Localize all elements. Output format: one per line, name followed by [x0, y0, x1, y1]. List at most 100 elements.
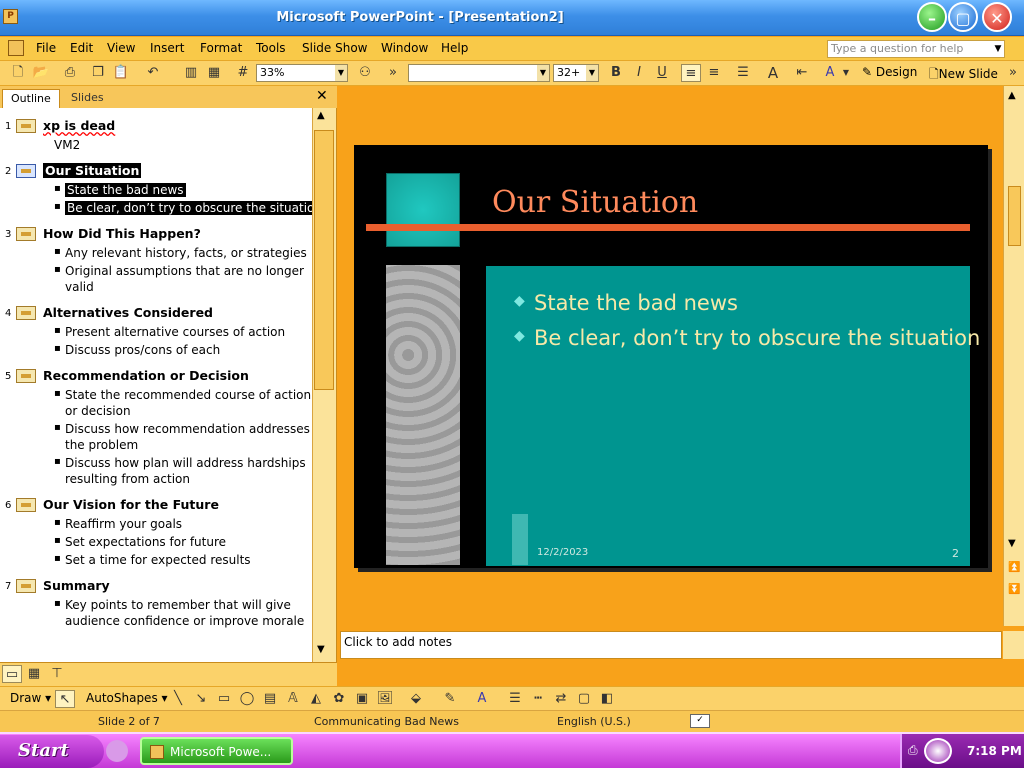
- print-icon[interactable]: ⎙: [60, 64, 80, 82]
- shadow-icon[interactable]: ▢: [574, 690, 594, 708]
- menu-format[interactable]: Format: [200, 41, 242, 55]
- insert-picture-icon[interactable]: 🖼: [375, 690, 395, 708]
- decrease-indent-icon[interactable]: ⇤: [792, 64, 812, 82]
- line-icon[interactable]: ╲: [168, 690, 188, 708]
- slide-sorter-icon[interactable]: ▦: [24, 665, 44, 683]
- slide-title[interactable]: Our Situation: [43, 163, 142, 178]
- slide-title[interactable]: How Did This Happen?: [43, 226, 201, 241]
- slide-title[interactable]: Recommendation or Decision: [43, 368, 249, 383]
- underline-button[interactable]: U: [652, 64, 672, 82]
- slide-title[interactable]: Alternatives Considered: [43, 305, 213, 320]
- notes-scrollbar[interactable]: [1003, 631, 1024, 659]
- design-button[interactable]: ✎ Design: [862, 65, 917, 79]
- grid-icon[interactable]: #: [233, 64, 253, 82]
- bold-button[interactable]: B: [606, 64, 626, 82]
- close-pane-icon[interactable]: ✕: [316, 88, 328, 104]
- start-button[interactable]: Start: [0, 735, 104, 768]
- line-style-icon[interactable]: ☰: [505, 690, 525, 708]
- help-dropdown-icon[interactable]: ▼: [992, 41, 1004, 57]
- arrow-icon[interactable]: ↘: [191, 690, 211, 708]
- bullet-continuation[interactable]: resulting from action: [65, 472, 190, 486]
- new-slide-button[interactable]: 🗋New Slide: [929, 65, 998, 86]
- dash-style-icon[interactable]: ┅: [528, 690, 548, 708]
- align-center-icon[interactable]: ≡: [704, 64, 724, 82]
- menu-tools[interactable]: Tools: [256, 41, 286, 55]
- menu-help[interactable]: Help: [441, 41, 468, 55]
- 3d-icon[interactable]: ◧: [597, 690, 617, 708]
- slide-icon[interactable]: [16, 369, 36, 383]
- font-size-select[interactable]: 32+ ▼: [553, 64, 599, 82]
- outline-scroll-thumb[interactable]: [314, 130, 334, 390]
- zoom-select[interactable]: 33% ▼: [256, 64, 348, 82]
- clipart-icon[interactable]: ✿: [329, 690, 349, 708]
- bullet-continuation[interactable]: the problem: [65, 438, 138, 452]
- wordart-icon[interactable]: 𝔸: [283, 690, 303, 708]
- bullet-continuation[interactable]: or decision: [65, 404, 131, 418]
- previous-slide-icon[interactable]: ⏫: [1008, 562, 1020, 573]
- new-icon[interactable]: 🗋: [8, 64, 28, 82]
- slide-icon[interactable]: [16, 227, 36, 241]
- menu-view[interactable]: View: [107, 41, 135, 55]
- increase-font-icon[interactable]: A: [763, 64, 783, 82]
- scroll-up-icon[interactable]: ▲: [317, 110, 325, 121]
- help-assistant-icon[interactable]: ⚇: [355, 64, 375, 82]
- chart-icon[interactable]: ▥: [181, 64, 201, 82]
- open-icon[interactable]: 📂: [31, 64, 51, 82]
- rectangle-icon[interactable]: ▭: [214, 690, 234, 708]
- menu-insert[interactable]: Insert: [150, 41, 184, 55]
- font-color-icon[interactable]: A: [820, 64, 840, 82]
- scroll-up-icon[interactable]: ▲: [1008, 90, 1016, 101]
- toolbar-options-icon[interactable]: »: [383, 64, 403, 82]
- slide-canvas[interactable]: Our Situation State the bad news Be clea…: [354, 145, 988, 568]
- toolbar-options-icon-2[interactable]: »: [1006, 64, 1020, 82]
- help-search-input[interactable]: Type a question for help: [827, 40, 1005, 58]
- arrow-style-icon[interactable]: ⇄: [551, 690, 571, 708]
- quick-launch-icon[interactable]: [106, 740, 128, 762]
- menu-file[interactable]: File: [36, 41, 56, 55]
- oval-icon[interactable]: ◯: [237, 690, 257, 708]
- slide-title[interactable]: Summary: [43, 578, 110, 593]
- slide-scroll-thumb[interactable]: [1008, 186, 1021, 246]
- bullets-icon[interactable]: ☰: [733, 64, 753, 82]
- normal-view-icon[interactable]: ▭: [2, 665, 22, 683]
- slide-icon[interactable]: [16, 119, 36, 133]
- tab-slides[interactable]: Slides: [63, 89, 112, 108]
- copy-icon[interactable]: ❐: [88, 64, 108, 82]
- menu-window[interactable]: Window: [381, 41, 428, 55]
- align-left-icon[interactable]: ≡: [681, 64, 701, 82]
- italic-button[interactable]: I: [629, 64, 649, 82]
- close-button[interactable]: ✕: [982, 2, 1012, 32]
- slide-icon[interactable]: [16, 579, 36, 593]
- menu-edit[interactable]: Edit: [70, 41, 93, 55]
- tab-outline[interactable]: Outline: [2, 89, 60, 108]
- font-color-dropdown-icon[interactable]: ▼: [840, 64, 852, 82]
- bullet-continuation[interactable]: audience confidence or improve morale: [65, 614, 304, 628]
- menu-slide-show[interactable]: Slide Show: [302, 41, 367, 55]
- slide-subtitle[interactable]: VM2: [54, 138, 80, 152]
- minimize-button[interactable]: –: [917, 2, 947, 32]
- undo-icon[interactable]: ↶: [143, 64, 163, 82]
- font-color-icon[interactable]: A: [472, 690, 492, 708]
- slide-title[interactable]: xp is dead: [43, 118, 115, 133]
- mouse-tray-icon[interactable]: [924, 738, 952, 764]
- paste-icon[interactable]: 📋: [111, 64, 131, 82]
- slide-title[interactable]: Our Situation: [492, 185, 698, 220]
- fill-color-icon[interactable]: ⬙: [406, 690, 426, 708]
- next-slide-icon[interactable]: ⏬: [1008, 584, 1020, 595]
- slide-icon[interactable]: [16, 164, 36, 178]
- slide-title[interactable]: Our Vision for the Future: [43, 497, 219, 512]
- slide-content-box[interactable]: State the bad news Be clear, don’t try t…: [486, 266, 980, 566]
- diagram-icon[interactable]: ◭: [306, 690, 326, 708]
- doc-icon[interactable]: [8, 40, 24, 56]
- taskbar-powerpoint-item[interactable]: Microsoft Powe...: [140, 737, 293, 765]
- slide-icon[interactable]: [16, 306, 36, 320]
- outline-list[interactable]: 1 xp is dead VM2 2 Our Situation State t…: [0, 108, 312, 660]
- font-name-select[interactable]: ▼: [408, 64, 550, 82]
- table-icon[interactable]: ▦: [204, 64, 224, 82]
- slide-scrollbar[interactable]: ▲ ▼ ⏫ ⏬: [1003, 86, 1024, 626]
- draw-menu[interactable]: Draw ▾: [10, 691, 51, 705]
- select-arrow-icon[interactable]: ↖: [55, 690, 75, 708]
- picture-icon[interactable]: ▣: [352, 690, 372, 708]
- scroll-down-icon[interactable]: ▼: [1008, 538, 1016, 549]
- autoshapes-menu[interactable]: AutoShapes ▾: [86, 691, 168, 705]
